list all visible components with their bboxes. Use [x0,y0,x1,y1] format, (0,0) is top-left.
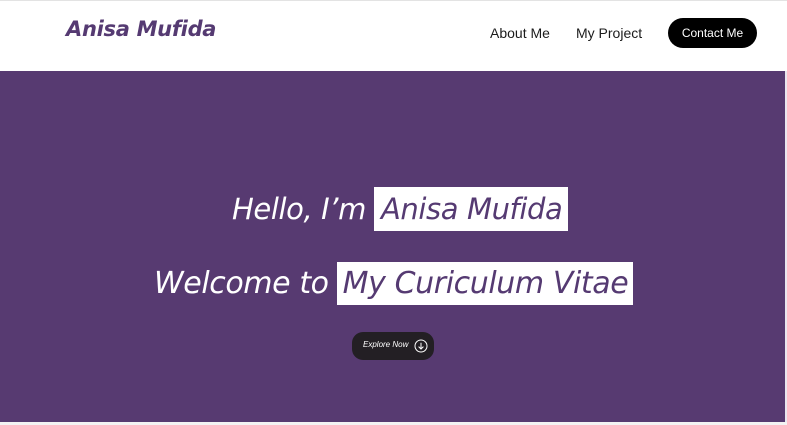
explore-now-button[interactable]: Explore Now [352,332,434,360]
greeting-line: Hello, I’m Anisa Mufida [232,187,569,231]
nav-link-my-project[interactable]: My Project [576,25,642,41]
contact-me-button[interactable]: Contact Me [668,18,757,48]
explore-now-label: Explore Now [363,340,409,349]
brand-logo[interactable]: Anisa Mufida [66,17,216,41]
hero-section: Hello, I’m Anisa Mufida Welcome to My Cu… [0,71,787,422]
nav-link-about-me[interactable]: About Me [490,25,550,41]
navbar: Anisa Mufida About Me My Project Contact… [0,1,787,71]
greeting-name-highlight: Anisa Mufida [373,187,569,231]
welcome-prefix: Welcome to [154,265,329,301]
arrow-down-circle-icon [414,339,428,353]
welcome-highlight: My Curiculum Vitae [336,261,634,305]
welcome-line: Welcome to My Curiculum Vitae [154,261,634,305]
greeting-prefix: Hello, I’m [232,192,366,226]
